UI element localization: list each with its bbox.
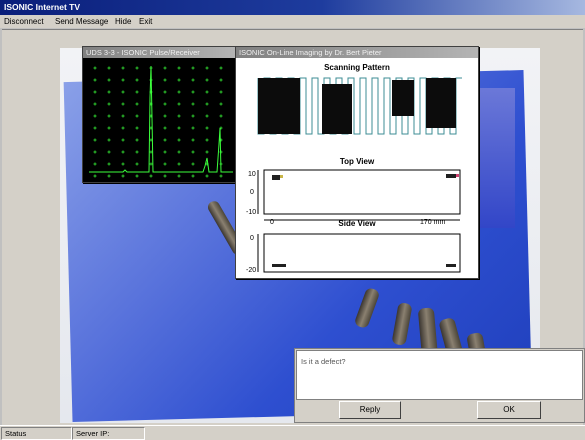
scope-background (83, 58, 235, 182)
imaging-display: Scanning Pattern Top View 10 0 -10 0 170… (246, 63, 462, 274)
status-panel: Status (1, 427, 72, 440)
pulse-window-title[interactable]: UDS 3-3 - ISONIC Pulse/Receiver (83, 47, 235, 58)
status-label: Status (5, 429, 27, 438)
defect-mark (280, 175, 283, 178)
reply-button[interactable]: Reply (339, 401, 401, 419)
title-bar: ISONIC Internet TV (0, 0, 585, 15)
menu-bar: Disconnect Send Message Hide Exit (0, 15, 585, 28)
side-tick: -20 (246, 267, 256, 274)
defect-mark (456, 174, 459, 177)
defect-mark (446, 174, 456, 178)
scan-blob (426, 78, 456, 128)
server-ip-panel: Server IP: (72, 427, 145, 440)
imaging-window[interactable]: ISONIC On-Line Imaging by Dr. Bert Piete… (235, 46, 479, 279)
window-title: ISONIC Internet TV (4, 2, 81, 12)
side-axis-end: 170 mm (420, 219, 445, 226)
menu-send-message[interactable]: Send Message (55, 17, 108, 26)
ok-button-label: OK (503, 405, 515, 414)
server-ip-label: Server IP: (76, 429, 110, 438)
ok-button[interactable]: OK (477, 401, 541, 419)
scanning-pattern-label: Scanning Pattern (324, 63, 390, 72)
defect-mark (446, 264, 456, 267)
message-text: Is it a defect? (301, 357, 346, 366)
side-axis-start: 0 (270, 219, 274, 226)
side-tick: 0 (250, 235, 254, 242)
scan-blob (258, 78, 300, 134)
top-tick: -10 (246, 209, 256, 216)
menu-disconnect[interactable]: Disconnect (4, 17, 44, 26)
side-view-label: Side View (338, 219, 376, 228)
message-box[interactable]: Is it a defect? (296, 350, 583, 400)
defect-mark (272, 264, 286, 267)
top-view-label: Top View (340, 157, 375, 166)
status-bar: Status Server IP: (0, 425, 585, 440)
chat-panel: Is it a defect? Reply OK (294, 348, 585, 423)
defect-mark (272, 175, 280, 180)
pulse-receiver-window[interactable]: UDS 3-3 - ISONIC Pulse/Receiver (82, 46, 236, 183)
scan-blob (322, 84, 352, 134)
side-view-plot (263, 233, 461, 273)
a-scan-display (83, 58, 235, 182)
scan-blob (392, 80, 414, 116)
imaging-window-title[interactable]: ISONIC On-Line Imaging by Dr. Bert Piete… (236, 47, 478, 58)
reply-button-label: Reply (359, 405, 381, 414)
top-tick: 10 (248, 171, 256, 178)
menu-exit[interactable]: Exit (139, 17, 152, 26)
top-tick: 0 (250, 189, 254, 196)
top-view-plot (263, 169, 461, 215)
menu-hide[interactable]: Hide (115, 17, 131, 26)
